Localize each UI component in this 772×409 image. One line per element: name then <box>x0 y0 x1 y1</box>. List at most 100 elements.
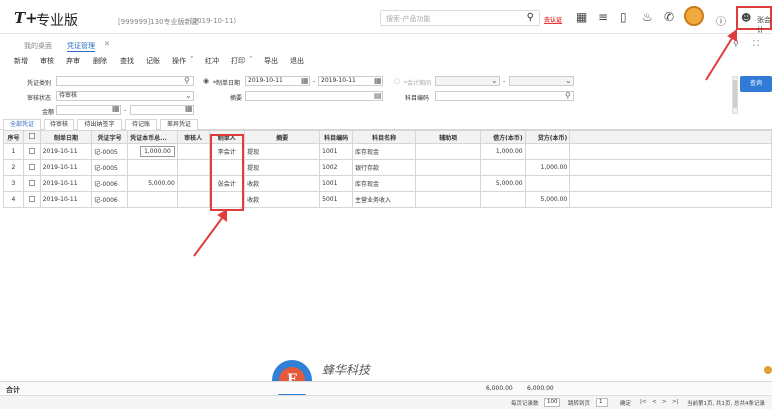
toolbar-post-button[interactable]: 记账 <box>146 56 160 66</box>
print-chevron-icon: ˇ <box>249 56 253 64</box>
jump-page-input[interactable]: 1 <box>596 398 608 407</box>
bell-icon[interactable]: ♨ <box>642 10 653 24</box>
totals-label: 合计 <box>6 386 20 394</box>
user-name[interactable]: 张会计 <box>757 15 772 35</box>
toolbar-print-button[interactable]: 打印 <box>231 56 245 66</box>
table-row[interactable]: 2 2019-10-11 记-0005 提现 1002 银行存款 1,000.0… <box>3 159 772 176</box>
confirm-button[interactable]: 确定 <box>620 399 631 407</box>
message-icon[interactable]: ▯ <box>620 10 627 24</box>
last-page-icon[interactable]: >| <box>672 399 678 405</box>
query-button[interactable]: 查询 <box>740 76 772 92</box>
toolbar-exit-button[interactable]: 退出 <box>290 56 304 66</box>
col-account-name[interactable]: 科目名称 <box>352 130 417 144</box>
table-row[interactable]: 1 2019-10-11 记-0005 1,000.00 李会计 提现 1001… <box>3 143 772 160</box>
scrollbar-thumb[interactable] <box>733 80 737 108</box>
calculator-icon[interactable]: ▦ <box>576 10 587 24</box>
col-date[interactable]: 制单日期 <box>39 130 93 144</box>
search-input[interactable]: 搜索-产品功能 <box>386 14 431 24</box>
toolbar: 新增 审核 弃审 删除 查找 记账 操作 ˇ 红冲 打印 ˇ 导出 退出 <box>0 51 772 69</box>
select-all-checkbox[interactable] <box>22 130 41 144</box>
help-icon[interactable]: ⓘ <box>716 13 726 28</box>
voucher-type-input[interactable] <box>56 76 194 86</box>
zoom-icon[interactable]: ⚲ <box>733 39 739 48</box>
row-checkbox[interactable] <box>22 159 41 176</box>
fullscreen-icon[interactable]: ⛶ <box>753 39 759 49</box>
col-aux[interactable]: 辅助项 <box>415 130 481 144</box>
row-voucher-no[interactable]: 记-0006 <box>91 191 129 208</box>
search-icon[interactable]: ⚲ <box>527 12 534 23</box>
col-debit[interactable]: 借方(本币) <box>479 130 526 144</box>
chevron-down-icon[interactable]: ⌄ <box>491 76 498 85</box>
tab-my-desktop[interactable]: 我的桌面 <box>24 41 52 51</box>
subtab-pending-audit[interactable]: 待审核 <box>44 119 74 130</box>
row-amount: 1,000.00 <box>127 143 178 160</box>
list-icon[interactable]: ≡ <box>598 10 608 24</box>
first-page-icon[interactable]: |< <box>640 399 646 405</box>
row-checkbox[interactable] <box>22 191 41 208</box>
filter-scrollbar[interactable] <box>732 76 738 114</box>
tab-close-icon[interactable]: ✕ <box>104 40 110 48</box>
calendar-icon[interactable]: ▦ <box>301 76 309 85</box>
summary-input[interactable] <box>245 91 383 101</box>
row-voucher-no[interactable]: 记-0005 <box>91 159 129 176</box>
account-code-input[interactable] <box>435 91 574 101</box>
monkey-avatar-icon[interactable] <box>684 6 704 26</box>
certify-badge[interactable]: 去认证 <box>544 15 562 24</box>
row-account-code: 1001 <box>319 175 354 192</box>
col-auditor[interactable]: 审核人 <box>176 130 210 144</box>
chevron-down-icon[interactable]: ⌄ <box>565 76 572 85</box>
col-credit[interactable]: 贷方(本币) <box>524 130 571 144</box>
row-date: 2019-10-11 <box>39 143 93 160</box>
toolbar-new-button[interactable]: 新增 <box>14 56 28 66</box>
page-size-input[interactable]: 100 <box>544 398 560 407</box>
user-icon[interactable]: ☻ <box>741 13 751 24</box>
row-checkbox[interactable] <box>22 143 41 160</box>
search-box[interactable]: 搜索-产品功能 ⚲ <box>380 10 540 26</box>
audit-status-select[interactable]: 待审核 <box>56 91 194 101</box>
row-empty <box>569 175 772 192</box>
toolbar-delete-button[interactable]: 删除 <box>93 56 107 66</box>
row-voucher-no[interactable]: 记-0005 <box>91 143 129 160</box>
table-row[interactable]: 3 2019-10-11 记-0006 5,000.00 张会计 收款 1001… <box>3 175 772 192</box>
toolbar-operate-button[interactable]: 操作 <box>172 56 186 66</box>
col-amount[interactable]: 凭证本币总... <box>127 130 178 144</box>
phone-icon[interactable]: ✆ <box>664 10 674 24</box>
totals-row: 合计 6,000.00 6,000.00 <box>0 381 772 394</box>
toolbar-find-button[interactable]: 查找 <box>120 56 134 66</box>
col-account-code[interactable]: 科目编码 <box>319 130 354 144</box>
voucher-type-label: 凭证类别 <box>27 80 52 87</box>
next-page-icon[interactable]: > <box>662 399 667 405</box>
toolbar-unaudit-button[interactable]: 弃审 <box>66 56 80 66</box>
summary-picker-icon[interactable]: ▤ <box>374 91 382 100</box>
table-row[interactable]: 4 2019-10-11 记-0006 收款 5001 主营业务收入 5,000… <box>3 191 772 208</box>
row-aux <box>415 143 481 160</box>
amount-calc-icon[interactable]: ▦ <box>185 104 193 113</box>
summary-label: 摘要 <box>230 95 243 102</box>
side-widget-icon[interactable] <box>764 366 772 374</box>
subtab-variance[interactable]: 差异凭证 <box>160 119 198 130</box>
toolbar-export-button[interactable]: 导出 <box>264 56 278 66</box>
row-debit: 5,000.00 <box>479 175 526 192</box>
period-radio[interactable]: ○ <box>394 77 400 85</box>
row-date: 2019-10-11 <box>39 191 93 208</box>
lookup-icon[interactable]: ⚲ <box>184 76 190 85</box>
col-summary[interactable]: 摘要 <box>244 130 321 144</box>
lookup-icon[interactable]: ⚲ <box>565 91 571 100</box>
subtab-pending-cashier[interactable]: 待出纳签字 <box>77 119 122 130</box>
row-credit <box>524 143 571 160</box>
row-aux <box>415 175 481 192</box>
row-checkbox[interactable] <box>22 175 41 192</box>
col-voucher-no[interactable]: 凭证字号 <box>91 130 129 144</box>
date-radio[interactable]: ◉ <box>203 77 209 85</box>
toolbar-red-reverse-button[interactable]: 红冲 <box>205 56 219 66</box>
subtab-pending-post[interactable]: 待记账 <box>125 119 157 130</box>
chevron-down-icon[interactable]: ⌄ <box>185 91 192 100</box>
toolbar-audit-button[interactable]: 审核 <box>40 56 54 66</box>
account-code-label: 科目编码 <box>405 95 430 102</box>
amount-calc-icon[interactable]: ▦ <box>112 104 120 113</box>
page-status: 当前第1页, 共1页, 总共4条记录 <box>687 401 765 407</box>
subtab-all[interactable]: 全部凭证 <box>3 119 41 130</box>
prev-page-icon[interactable]: < <box>652 399 657 405</box>
calendar-icon[interactable]: ▦ <box>374 76 382 85</box>
row-voucher-no[interactable]: 记-0006 <box>91 175 129 192</box>
